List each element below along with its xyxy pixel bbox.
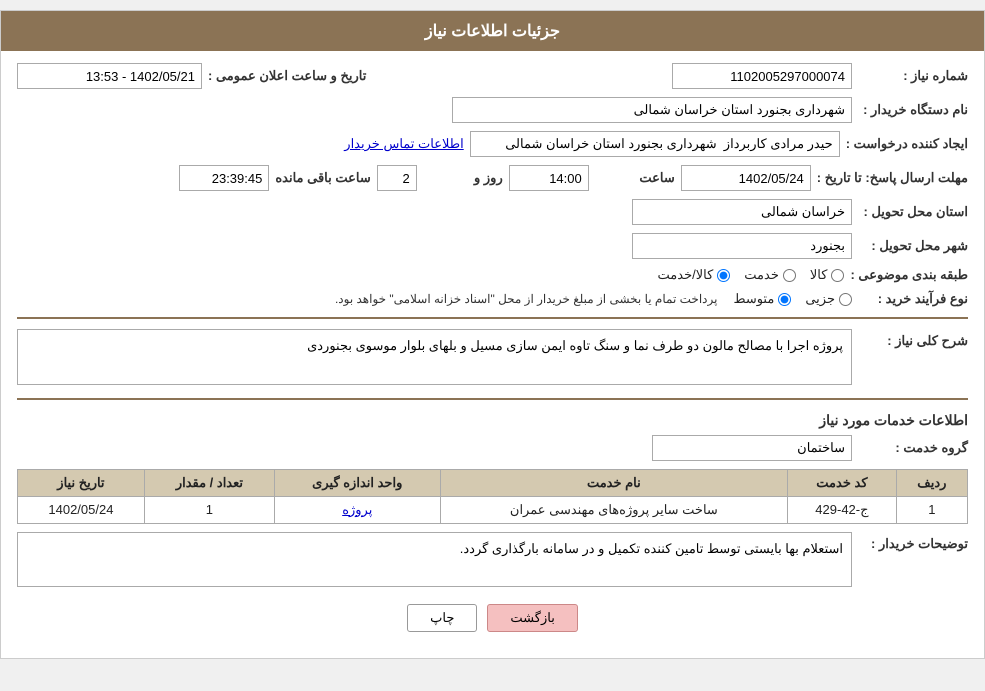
td-service_code: ج-42-429: [788, 496, 897, 523]
th-unit: واحد اندازه گیری: [274, 469, 440, 496]
back-button[interactable]: بازگشت: [487, 604, 577, 632]
th-row-num: ردیف: [896, 469, 967, 496]
process-note: پرداخت تمام یا بخشی از مبلغ خریدار از مح…: [335, 292, 718, 306]
category-label: طبقه بندی موضوعی :: [850, 267, 968, 283]
deadline-remaining-label: ساعت باقی مانده: [275, 170, 370, 186]
province-label: استان محل تحویل :: [858, 204, 968, 220]
category-khedmat-radio[interactable]: [783, 269, 796, 282]
th-service-code: کد خدمت: [788, 469, 897, 496]
deadline-days-label: روز و: [423, 170, 503, 186]
deadline-label: مهلت ارسال پاسخ: تا تاریخ :: [817, 170, 968, 186]
category-kala-radio[interactable]: [831, 269, 844, 282]
process-label: نوع فرآیند خرید :: [858, 291, 968, 307]
services-table: ردیف کد خدمت نام خدمت واحد اندازه گیری ت…: [17, 469, 968, 524]
th-service-name: نام خدمت: [440, 469, 788, 496]
org-name-input: [452, 97, 852, 123]
need-desc-label: شرح کلی نیاز :: [858, 329, 968, 349]
deadline-date-input: [681, 165, 811, 191]
td-need_date: 1402/05/24: [18, 496, 145, 523]
city-input: [632, 233, 852, 259]
need-number-label: شماره نیاز :: [858, 68, 968, 84]
province-input: [632, 199, 852, 225]
td-service_name: ساخت سایر پروژه‌های مهندسی عمران: [440, 496, 788, 523]
deadline-remaining-input: [179, 165, 269, 191]
deadline-days-input: [377, 165, 417, 191]
button-row: بازگشت چاپ: [17, 604, 968, 646]
service-info-title: اطلاعات خدمات مورد نیاز: [17, 412, 968, 429]
announce-input: [17, 63, 202, 89]
creator-input: [470, 131, 840, 157]
contact-link[interactable]: اطلاعات تماس خریدار: [344, 136, 463, 152]
org-name-label: نام دستگاه خریدار :: [858, 102, 968, 118]
category-kala-label: کالا: [810, 267, 828, 283]
td-row_num: 1: [896, 496, 967, 523]
category-khedmat-label: خدمت: [744, 267, 779, 283]
td-unit[interactable]: پروژه: [274, 496, 440, 523]
services-table-section: ردیف کد خدمت نام خدمت واحد اندازه گیری ت…: [17, 469, 968, 524]
category-radio-group: کالا خدمت کالا/خدمت: [658, 267, 845, 283]
print-button[interactable]: چاپ: [407, 604, 477, 632]
need-number-input: [672, 63, 852, 89]
divider-2: [17, 398, 968, 400]
deadline-time-label: ساعت: [595, 170, 675, 186]
divider-1: [17, 317, 968, 319]
category-kala-khedmat-radio[interactable]: [717, 269, 730, 282]
th-need-date: تاریخ نیاز: [18, 469, 145, 496]
category-kala-khedmat-label: کالا/خدمت: [658, 267, 714, 283]
process-motevaset[interactable]: متوسط: [733, 291, 791, 307]
category-khedmat[interactable]: خدمت: [744, 267, 796, 283]
service-group-label: گروه خدمت :: [858, 440, 968, 456]
process-radio-group: جزیی متوسط: [733, 291, 852, 307]
process-motevaset-label: متوسط: [733, 291, 774, 307]
need-desc-textarea[interactable]: [17, 329, 852, 385]
process-jazei-radio[interactable]: [839, 293, 852, 306]
city-label: شهر محل تحویل :: [858, 238, 968, 254]
deadline-time-input: [509, 165, 589, 191]
td-qty: 1: [144, 496, 274, 523]
buyer-desc-textarea[interactable]: [17, 532, 852, 588]
table-row: 1ج-42-429ساخت سایر پروژه‌های مهندسی عمرا…: [18, 496, 968, 523]
process-motevaset-radio[interactable]: [778, 293, 791, 306]
creator-label: ایجاد کننده درخواست :: [846, 136, 968, 152]
category-kala[interactable]: کالا: [810, 267, 845, 283]
announce-label: تاریخ و ساعت اعلان عمومی :: [208, 68, 366, 84]
buyer-desc-label: توضیحات خریدار :: [858, 532, 968, 552]
th-qty: تعداد / مقدار: [144, 469, 274, 496]
service-group-input: [652, 435, 852, 461]
process-jazei[interactable]: جزیی: [805, 291, 852, 307]
category-kala-khedmat[interactable]: کالا/خدمت: [658, 267, 731, 283]
page-title: جزئیات اطلاعات نیاز: [1, 11, 984, 51]
process-jazei-label: جزیی: [805, 291, 835, 307]
